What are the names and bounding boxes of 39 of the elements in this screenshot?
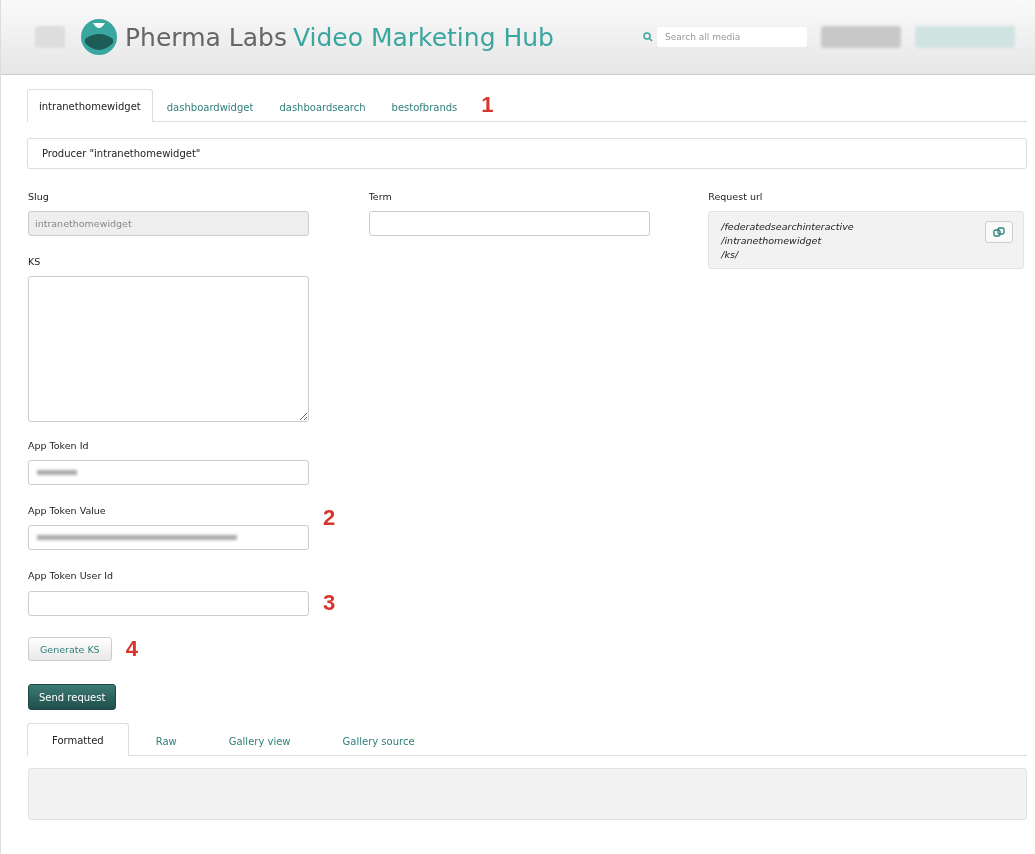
annotation-number: 1 bbox=[481, 92, 494, 118]
send-request-button[interactable]: Send request bbox=[28, 684, 117, 710]
search-icon bbox=[643, 32, 653, 42]
url-line: /intranethomewidget bbox=[721, 235, 823, 246]
tab[interactable]: Formatted bbox=[27, 723, 129, 756]
text-area[interactable] bbox=[28, 276, 309, 422]
copy-icon bbox=[993, 226, 1006, 238]
product-name: Video Marketing Hub bbox=[292, 22, 554, 52]
tab[interactable]: Gallery source bbox=[317, 725, 440, 756]
blurred-button[interactable] bbox=[821, 26, 901, 48]
tab[interactable]: dashboardwidget bbox=[154, 91, 266, 122]
field-label: Slug bbox=[28, 191, 50, 202]
input-field[interactable] bbox=[368, 211, 650, 236]
annotation-number: 4 bbox=[125, 636, 138, 662]
search-field[interactable]: Search all media bbox=[657, 27, 807, 47]
tab[interactable]: Gallery view bbox=[203, 725, 316, 756]
producer-title: Producer "intranethomewidget" bbox=[27, 138, 1027, 169]
input-field[interactable] bbox=[28, 590, 309, 616]
field-label: Term bbox=[368, 191, 393, 202]
generate-button[interactable]: Generate KS bbox=[28, 637, 112, 661]
input-field[interactable] bbox=[28, 525, 309, 550]
field-label: App Token User Id bbox=[28, 570, 115, 581]
blurred-button[interactable] bbox=[915, 26, 1015, 48]
tab[interactable]: bestofbrands bbox=[379, 91, 470, 122]
brand-name: Pherma Labs bbox=[125, 22, 287, 52]
url-line: /federatedsearchinteractive bbox=[721, 221, 854, 232]
field-label: App Token Value bbox=[28, 505, 107, 516]
tab[interactable]: dashboardsearch bbox=[267, 91, 378, 122]
tab[interactable]: intranethomewidget bbox=[27, 89, 153, 122]
url-line: /ks/ bbox=[721, 249, 740, 260]
field-label: Request url bbox=[708, 191, 764, 202]
field-label: KS bbox=[28, 256, 42, 267]
tab[interactable]: Raw bbox=[130, 725, 202, 756]
field-label: App Token Id bbox=[28, 440, 90, 451]
logo-icon bbox=[79, 17, 119, 57]
annotation-number: 3 bbox=[323, 590, 336, 616]
input-field[interactable] bbox=[28, 460, 309, 485]
annotation-number: 2 bbox=[323, 504, 336, 531]
copy-button[interactable] bbox=[985, 221, 1014, 243]
